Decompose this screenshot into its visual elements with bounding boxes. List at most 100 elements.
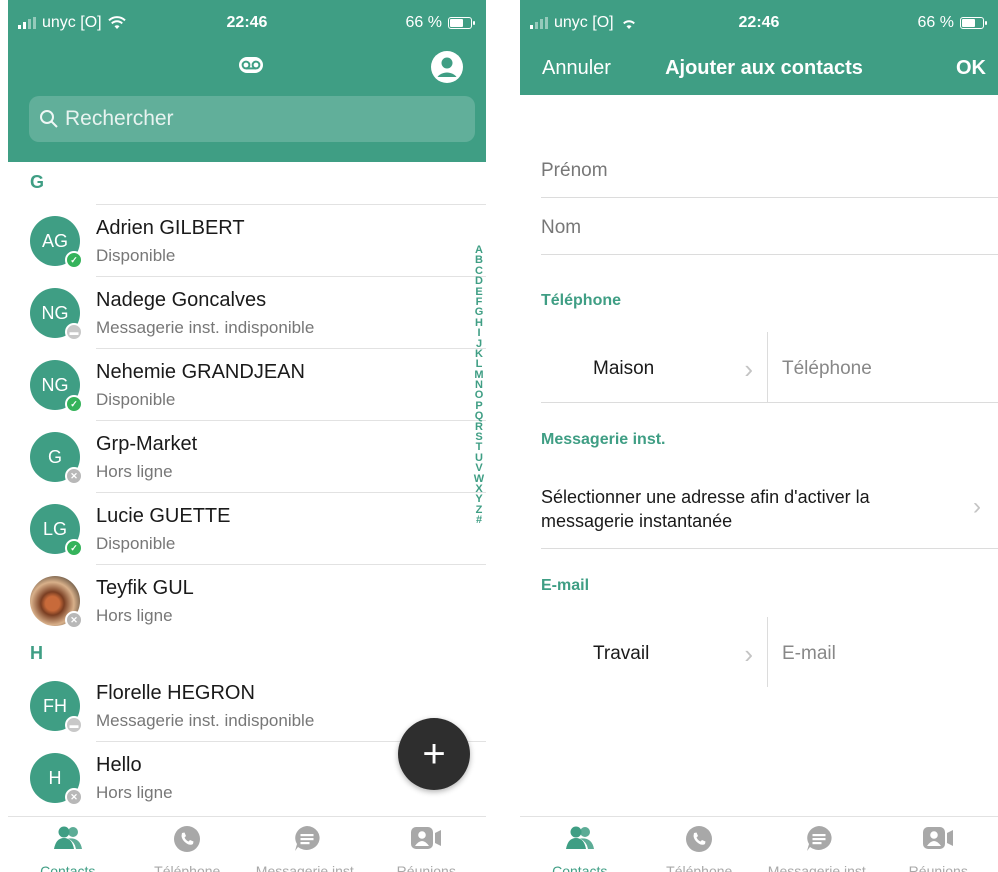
- battery-icon: [448, 17, 475, 29]
- ok-button[interactable]: OK: [956, 57, 986, 80]
- meetings-icon: [923, 827, 954, 849]
- divider: [767, 332, 768, 402]
- contact-row[interactable]: ✕ Teyfik GUL Hors ligne: [8, 565, 486, 637]
- presence-offline-icon: ✕: [65, 788, 83, 806]
- tab-messaging[interactable]: Messagerie inst.: [247, 817, 367, 872]
- chat-icon: [806, 826, 832, 851]
- contact-status: Hors ligne: [96, 462, 173, 481]
- phone-section-title: Téléphone: [541, 292, 622, 309]
- tab-telephone[interactable]: Téléphone: [640, 817, 760, 872]
- contact-name: Adrien GILBERT: [96, 217, 245, 239]
- contact-row[interactable]: LG ✓ Lucie GUETTE Disponible: [8, 493, 486, 565]
- presence-unavailable-icon: ▬: [65, 323, 83, 341]
- chevron-right-icon: ›: [973, 493, 981, 520]
- add-contact-screen: unyc [O] 22:46 66 % Annuler Ajouter aux …: [520, 0, 998, 872]
- status-bar: unyc [O] 22:46 66 %: [520, 0, 998, 44]
- divider: [767, 617, 768, 687]
- contact-status: Disponible: [96, 390, 176, 409]
- divider: [541, 197, 998, 198]
- contact-name: Florelle HEGRON: [96, 682, 255, 704]
- tab-telephone[interactable]: Téléphone: [128, 817, 248, 872]
- divider: [541, 402, 998, 403]
- section-header-h: H: [30, 643, 43, 663]
- im-select-text: Sélectionner une adresse afin d'activer …: [541, 487, 870, 531]
- contact-name: Nehemie GRANDJEAN: [96, 361, 305, 383]
- email-input[interactable]: E-mail: [782, 643, 836, 665]
- contacts-screen: unyc [O] 22:46 66 % G AG ✓ Adrien GILBER…: [8, 0, 486, 872]
- im-address-select[interactable]: Sélectionner une adresse afin d'activer …: [541, 485, 981, 541]
- search-input[interactable]: [65, 107, 455, 131]
- divider: [541, 548, 998, 549]
- section-header-g: G: [30, 172, 45, 192]
- contacts-header: unyc [O] 22:46 66 %: [8, 0, 486, 162]
- contact-status: Hors ligne: [96, 606, 173, 625]
- contact-status: Disponible: [96, 246, 176, 265]
- contact-row[interactable]: AG ✓ Adrien GILBERT Disponible: [8, 205, 486, 277]
- contacts-icon: [565, 826, 594, 849]
- tab-label: Réunions: [908, 863, 968, 872]
- tab-meetings[interactable]: Réunions: [367, 817, 487, 872]
- presence-unavailable-icon: ▬: [65, 716, 83, 734]
- contact-name: Nadege Goncalves: [96, 289, 267, 311]
- add-contact-header: unyc [O] 22:46 66 % Annuler Ajouter aux …: [520, 0, 998, 95]
- contact-name: Grp-Market: [96, 433, 198, 455]
- contact-row[interactable]: NG ✓ Nehemie GRANDJEAN Disponible: [8, 349, 486, 421]
- contact-name: Lucie GUETTE: [96, 505, 231, 527]
- search-bar[interactable]: [29, 96, 475, 142]
- page-title: Ajouter aux contacts: [665, 57, 863, 79]
- phone-type-select[interactable]: Maison ›: [541, 334, 767, 404]
- email-type-label: Travail: [593, 643, 650, 664]
- presence-offline-icon: ✕: [65, 611, 83, 629]
- email-section-title: E-mail: [541, 577, 590, 594]
- presence-online-icon: ✓: [65, 251, 83, 269]
- battery-percent: 66 %: [917, 14, 954, 31]
- chat-icon: [294, 826, 320, 851]
- tab-label: Messagerie inst.: [255, 863, 358, 872]
- profile-icon[interactable]: [430, 50, 464, 84]
- contact-row[interactable]: NG ▬ Nadege Goncalves Messagerie inst. i…: [8, 277, 486, 349]
- alphabet-index[interactable]: A B C D E F G H I J K L M N O P Q R S T U V W X Y Z #: [472, 244, 486, 526]
- index-letter[interactable]: #: [476, 514, 482, 525]
- tab-contacts[interactable]: Contacts: [8, 817, 128, 872]
- tab-label: Contacts: [552, 863, 608, 872]
- tab-meetings[interactable]: Réunions: [879, 817, 998, 872]
- tab-bar: Contacts Téléphone Messagerie inst. Réun…: [520, 816, 998, 872]
- contact-status: Disponible: [96, 534, 176, 553]
- meetings-icon: [411, 827, 442, 849]
- presence-online-icon: ✓: [65, 539, 83, 557]
- index-letter[interactable]: D: [475, 275, 483, 286]
- phone-input[interactable]: Téléphone: [782, 358, 872, 380]
- contact-name: Hello: [96, 754, 142, 776]
- presence-online-icon: ✓: [65, 395, 83, 413]
- tab-label: Réunions: [396, 863, 456, 872]
- phone-type-label: Maison: [593, 358, 655, 379]
- tab-contacts[interactable]: Contacts: [520, 817, 640, 872]
- search-icon: [40, 110, 58, 128]
- im-section-title: Messagerie inst.: [541, 431, 666, 448]
- add-contact-button[interactable]: +: [398, 718, 470, 790]
- voicemail-icon[interactable]: [238, 56, 264, 74]
- presence-offline-icon: ✕: [65, 467, 83, 485]
- divider: [541, 254, 998, 255]
- contact-status: Messagerie inst. indisponible: [96, 711, 315, 730]
- phone-icon: [174, 826, 201, 852]
- email-type-select[interactable]: Travail ›: [541, 619, 767, 689]
- chevron-right-icon: ›: [744, 639, 753, 669]
- contact-name: Teyfik GUL: [96, 577, 194, 599]
- contact-status: Messagerie inst. indisponible: [96, 318, 315, 337]
- contact-row[interactable]: G ✕ Grp-Market Hors ligne: [8, 421, 486, 493]
- last-name-field[interactable]: Nom: [541, 217, 581, 239]
- index-letter[interactable]: I: [477, 327, 480, 338]
- contacts-icon: [53, 826, 82, 849]
- tab-label: Téléphone: [154, 863, 221, 872]
- status-bar: unyc [O] 22:46 66 %: [8, 0, 486, 44]
- phone-icon: [686, 826, 713, 852]
- battery-icon: [960, 17, 987, 29]
- chevron-right-icon: ›: [744, 354, 753, 384]
- contact-status: Hors ligne: [96, 783, 173, 802]
- tab-label: Téléphone: [666, 863, 733, 872]
- tab-bar: Contacts Téléphone Messagerie inst. Réun…: [8, 816, 486, 872]
- tab-label: Messagerie inst.: [767, 863, 870, 872]
- tab-messaging[interactable]: Messagerie inst.: [759, 817, 879, 872]
- first-name-field[interactable]: Prénom: [541, 160, 608, 182]
